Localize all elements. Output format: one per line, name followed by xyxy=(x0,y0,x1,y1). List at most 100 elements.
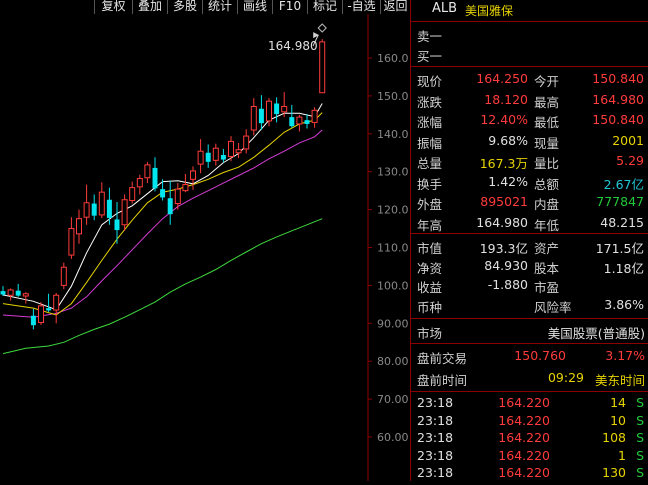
divider xyxy=(411,318,648,319)
market-label: 市场 xyxy=(417,326,443,341)
f10-button[interactable]: F10 xyxy=(272,0,307,14)
fund-label: 市盈 xyxy=(534,280,560,295)
fund-label: 股本 xyxy=(534,260,560,276)
stat-label: 现量 xyxy=(534,135,560,151)
stat-label: 今开 xyxy=(534,74,560,89)
divider xyxy=(411,233,648,234)
price-axis-label: 150.0 xyxy=(377,90,409,103)
multi-stock-button[interactable]: 多股 xyxy=(167,0,202,14)
stat-label: 年低 xyxy=(534,217,560,233)
tick-price: 164.220 xyxy=(498,412,550,428)
overlay-button[interactable]: 叠加 xyxy=(132,0,167,14)
tick-time: 23:18 xyxy=(417,447,454,463)
stat-label: 年高 xyxy=(417,217,443,233)
candle-body xyxy=(60,266,67,286)
price-axis-label: 160.0 xyxy=(377,52,409,65)
fund-value: 1.18亿 xyxy=(603,260,644,276)
price-axis-label: 120.0 xyxy=(377,204,409,217)
diamond-marker-icon xyxy=(317,23,327,33)
tick-time: 23:18 xyxy=(417,412,454,428)
stat-label: 涨幅 xyxy=(417,115,443,130)
candle-body xyxy=(106,199,112,218)
price-axis-label: 100.0 xyxy=(377,279,409,292)
stat-label: 内盘 xyxy=(534,197,560,212)
stock-symbol: ALB xyxy=(432,1,458,16)
candle-body xyxy=(167,198,173,215)
candle-body xyxy=(174,188,181,205)
fund-label: 风险率 xyxy=(534,299,572,315)
max-annotation-arrowhead xyxy=(313,32,320,39)
draw-line-button[interactable]: 画线 xyxy=(237,0,272,14)
tick-time: 23:18 xyxy=(417,430,454,445)
price-axis-label: 80.00 xyxy=(377,355,409,368)
tick-price: 164.220 xyxy=(498,447,550,463)
stat-label: 最低 xyxy=(534,115,560,130)
candle-body xyxy=(289,117,295,127)
tick-side: S xyxy=(636,412,644,428)
candle-body xyxy=(30,315,36,326)
candle-body xyxy=(22,293,29,297)
divider xyxy=(411,391,648,392)
premarket-label: 盘前交易 xyxy=(417,351,468,366)
fund-value: -1.880 xyxy=(487,277,528,292)
candle-body xyxy=(98,191,105,216)
stat-value: 164.980 xyxy=(476,214,528,230)
stock-name: 美国雅保 xyxy=(465,4,514,18)
fund-value: 171.5亿 xyxy=(595,241,644,256)
kline-svg[interactable]: 160.0 150.0 140.0 130.0 120.0 110.0 100.0 90.00… xyxy=(0,0,410,481)
stat-label: 总量 xyxy=(417,156,443,171)
stat-value: 895021 xyxy=(480,194,528,209)
candle-body xyxy=(160,189,166,198)
tick-volume: 10 xyxy=(610,412,626,428)
stat-label: 现价 xyxy=(417,74,443,89)
candle-body xyxy=(68,228,75,256)
tick-side: S xyxy=(636,430,644,445)
stat-value: 150.840 xyxy=(592,71,644,86)
mark-button[interactable]: 标记 xyxy=(307,0,342,14)
tick-price: 164.220 xyxy=(498,465,550,480)
candle-body xyxy=(129,187,136,202)
candle-body xyxy=(205,152,211,162)
fund-label: 市值 xyxy=(417,241,443,256)
tick-price: 164.220 xyxy=(498,395,550,410)
kline-chart[interactable]: 160.0 150.0 140.0 130.0 120.0 110.0 100.0 90.00… xyxy=(0,0,410,481)
stat-value: 12.40% xyxy=(480,112,528,127)
restore-rights-button[interactable]: 复权 xyxy=(94,0,132,14)
back-button[interactable]: 返回 xyxy=(380,0,410,14)
chart-toolbar: 复权 叠加 多股 统计 画线 F10 标记 -自选 返回 xyxy=(0,0,410,14)
remove-watchlist-button[interactable]: -自选 xyxy=(342,0,380,14)
candle-body xyxy=(304,120,310,124)
tick-volume: 14 xyxy=(610,395,626,410)
premarket-timezone: 美东时间 xyxy=(594,373,645,388)
candle-body xyxy=(144,164,151,179)
tick-side: S xyxy=(636,395,644,410)
stat-value: 1.42% xyxy=(488,173,528,189)
stat-value: 18.120 xyxy=(484,91,528,107)
fund-value: 84.930 xyxy=(484,257,528,273)
fund-label: 币种 xyxy=(417,299,443,315)
stat-value: 2.67亿 xyxy=(603,176,644,192)
stat-value: 164.250 xyxy=(476,71,528,86)
ma20-line xyxy=(2,129,323,318)
candle-body xyxy=(235,149,242,154)
candle-body xyxy=(274,103,280,115)
tick-volume: 108 xyxy=(602,430,626,445)
candle-body xyxy=(7,289,14,296)
candle-body xyxy=(190,170,196,180)
quote-panel: ALB 美国雅保 卖一 买一 现价 164.250 今开 150.840 涨跌 18.12… xyxy=(411,0,648,481)
tick-time: 23:18 xyxy=(417,465,454,480)
tick-side: S xyxy=(636,465,644,480)
market-value: 美国股票(普通股) xyxy=(547,326,645,341)
tick-volume: 1 xyxy=(618,447,626,463)
price-axis-label: 130.0 xyxy=(377,166,409,179)
premarket-time: 09:29 xyxy=(547,370,584,385)
stat-label: 总额 xyxy=(534,176,560,192)
price-axis-label: 90.00 xyxy=(377,317,409,330)
statistics-button[interactable]: 统计 xyxy=(202,0,237,14)
stat-label: 量比 xyxy=(534,156,560,171)
stat-label: 外盘 xyxy=(417,197,443,212)
ma10-line xyxy=(2,112,323,316)
candle-body xyxy=(281,106,288,113)
panel-header: ALB 美国雅保 xyxy=(411,0,648,20)
tick-side: S xyxy=(636,447,644,463)
